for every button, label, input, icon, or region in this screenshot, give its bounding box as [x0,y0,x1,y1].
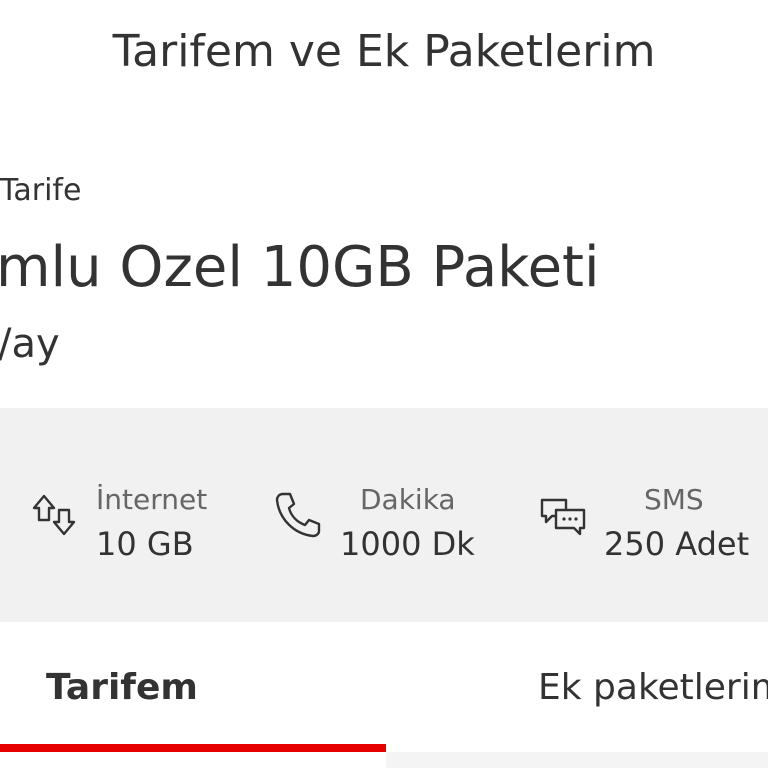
tariff-label: Tarife [0,173,82,208]
tariff-price: /ay [0,321,60,367]
tariff-name: mlu Ozel 10GB Paketi [0,235,600,300]
page-title: Tarifem ve Ek Paketlerim [112,26,656,77]
page: Tarifem ve Ek Paketlerim Tarife mlu Ozel… [0,0,768,768]
allowance-sms-label: SMS [644,483,704,516]
allowance-sms: SMS 250 Adet [536,480,768,570]
data-transfer-icon [28,488,82,542]
active-tab-indicator [0,744,386,752]
tariff-info: Tarife mlu Ozel 10GB Paketi /ay [0,170,768,390]
tab-tarifem[interactable]: Tarifem [46,662,198,714]
allowances-panel: İnternet 10 GB Dakika 1000 Dk SMS 250 Ad… [0,408,768,622]
allowance-minutes-label: Dakika [360,483,456,516]
allowance-internet-value: 10 GB [96,525,194,563]
tab-bar: Tarifem Ek paketlerim [0,622,768,768]
allowance-minutes-value: 1000 Dk [340,525,475,563]
tab-divider [386,752,768,768]
chat-bubbles-icon [536,488,590,542]
tab-ek-paketlerim[interactable]: Ek paketlerim [538,662,768,714]
allowance-internet: İnternet 10 GB [28,480,228,570]
allowance-internet-label: İnternet [96,483,208,516]
allowance-sms-value: 250 Adet [604,525,750,563]
phone-icon [270,488,324,542]
allowance-minutes: Dakika 1000 Dk [270,480,480,570]
